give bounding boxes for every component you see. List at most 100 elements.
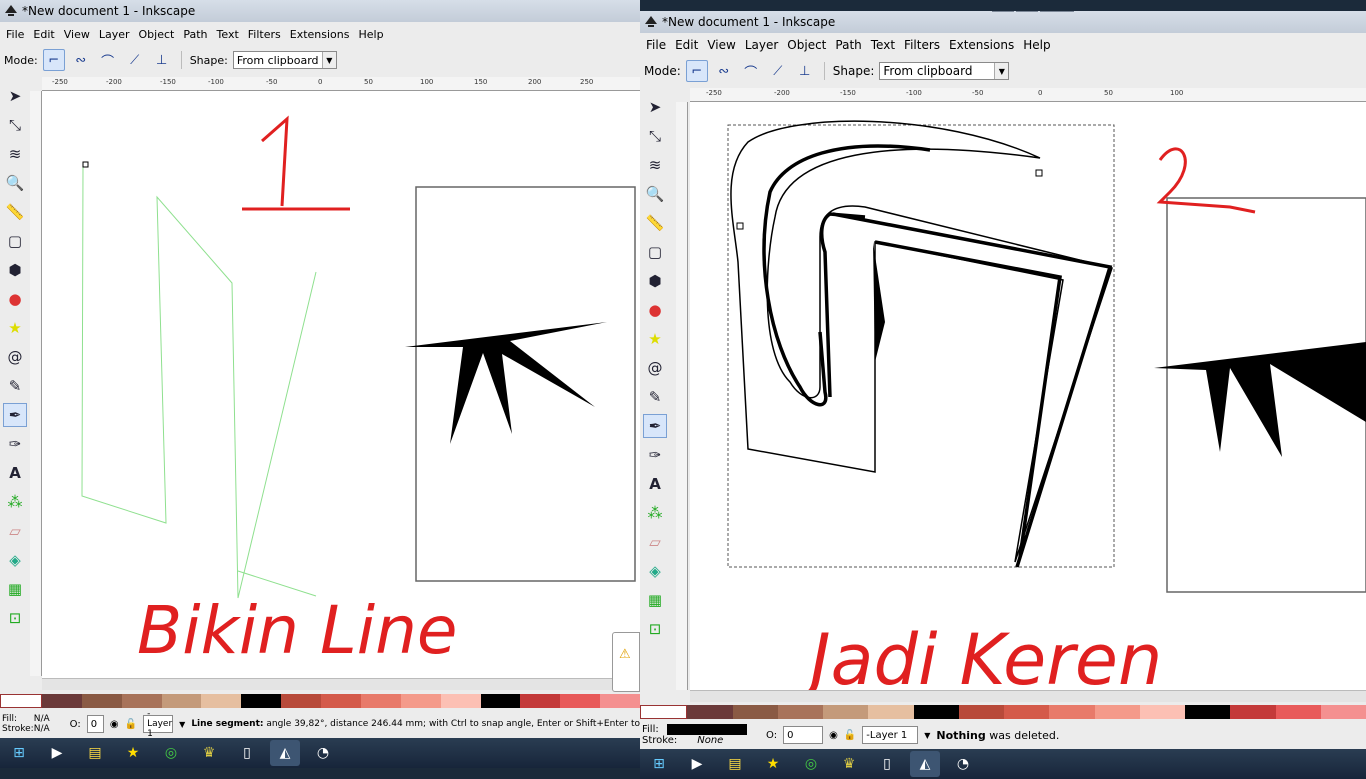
spiral-icon[interactable]: @ [3,345,27,369]
mode-bspline-button[interactable]: ⌒ [740,60,762,82]
measure-icon[interactable]: 📏 [643,211,667,235]
swatch[interactable] [1004,705,1050,719]
menu-edit[interactable]: Edit [33,27,54,42]
pen-icon[interactable]: ✒ [643,414,667,438]
zoom-icon[interactable]: 🔍 [643,182,667,206]
minimize-button[interactable]: _ [992,11,1014,12]
path-node[interactable] [82,161,89,168]
mode-spiro-button[interactable]: ∾ [713,60,735,82]
media-player-icon[interactable]: ▶ [682,751,712,777]
measure-icon[interactable]: 📏 [3,200,27,224]
swatch[interactable] [1185,705,1231,719]
swatch[interactable] [281,694,321,708]
menu-filters[interactable]: Filters [904,37,940,53]
maximize-button[interactable]: □ [1016,11,1038,12]
menu-help[interactable]: Help [358,27,383,42]
swatch[interactable] [241,694,282,708]
tweak-icon[interactable]: ≋ [3,142,27,166]
ellipse-icon[interactable]: ● [643,298,667,322]
gradient-icon[interactable]: ▦ [3,577,27,601]
swatch[interactable] [913,705,959,719]
document-icon[interactable]: ▯ [872,751,902,777]
bucket-icon[interactable]: ◈ [3,548,27,572]
mode-bspline-button[interactable]: ⌒ [97,49,119,71]
explorer-icon[interactable]: ▤ [80,740,110,766]
star-app-icon[interactable]: ★ [758,751,788,777]
pencil-icon[interactable]: ✎ [3,374,27,398]
rect-icon[interactable]: ▢ [643,240,667,264]
inkscape-taskbar-icon[interactable]: ◭ [270,740,300,766]
node-icon[interactable]: ⤡ [3,113,27,137]
layer-select[interactable]: -Layer 1 [862,726,919,744]
connector-icon[interactable]: ⊡ [3,606,27,630]
media-player-icon[interactable]: ▶ [42,740,72,766]
horizontal-scrollbar[interactable] [690,690,1366,702]
game-icon[interactable]: ♛ [194,740,224,766]
star-icon[interactable]: ★ [3,316,27,340]
pen-icon[interactable]: ✒ [3,403,27,427]
calligraphy-icon[interactable]: ✑ [643,443,667,467]
chevron-down-icon[interactable]: ▼ [179,720,185,729]
swatch[interactable] [81,694,122,708]
text-icon[interactable]: A [643,472,667,496]
swatch[interactable] [121,694,162,708]
drawing-canvas[interactable]: Jadi Keren [690,102,1366,690]
close-button[interactable]: ✕ [1040,11,1074,12]
node-icon[interactable]: ⤡ [643,124,667,148]
document-icon[interactable]: ▯ [232,740,262,766]
selector-icon[interactable]: ➤ [643,95,667,119]
connector-icon[interactable]: ⊡ [643,617,667,641]
menu-filters[interactable]: Filters [248,27,281,42]
swatch[interactable] [1049,705,1095,719]
shape-select[interactable]: From clipboard ▼ [879,62,1010,80]
chrome-icon[interactable]: ◎ [156,740,186,766]
swatch[interactable] [400,694,441,708]
opacity-input[interactable]: 0 [86,715,104,733]
menu-layer[interactable]: Layer [99,27,130,42]
menu-extensions[interactable]: Extensions [949,37,1014,53]
menu-object[interactable]: Object [139,27,175,42]
chrome-icon[interactable]: ◎ [796,751,826,777]
mode-zigzag-button[interactable]: ⟋ [124,49,146,71]
app-icon[interactable]: ◔ [948,751,978,777]
inkscape-taskbar-icon[interactable]: ◭ [910,751,940,777]
windows-start-icon[interactable]: ⊞ [644,751,674,777]
menu-path[interactable]: Path [183,27,207,42]
mode-paraxial-button[interactable]: ⊥ [794,60,816,82]
path-node[interactable] [736,222,744,230]
menu-edit[interactable]: Edit [675,37,698,53]
shape-select[interactable]: From clipboard ▼ [232,51,337,69]
mode-spiro-button[interactable]: ∾ [70,49,92,71]
tweak-icon[interactable]: ≋ [643,153,667,177]
menu-object[interactable]: Object [787,37,826,53]
menu-text[interactable]: Text [217,27,239,42]
swatch[interactable] [1094,705,1140,719]
mode-paraxial-button[interactable]: ⊥ [151,49,173,71]
zoom-icon[interactable]: 🔍 [3,171,27,195]
swatch-none[interactable] [640,705,688,719]
swatch[interactable] [1275,705,1321,719]
menu-text[interactable]: Text [871,37,895,53]
swatch[interactable] [520,694,561,708]
menu-extensions[interactable]: Extensions [290,27,350,42]
swatch[interactable] [1230,705,1276,719]
app-icon[interactable]: ◔ [308,740,338,766]
selector-icon[interactable]: ➤ [3,84,27,108]
swatch-none[interactable] [0,694,42,708]
path-node[interactable] [1035,169,1043,177]
star-icon[interactable]: ★ [643,327,667,351]
chevron-down-icon[interactable]: ▼ [924,731,930,740]
star-app-icon[interactable]: ★ [118,740,148,766]
opacity-input[interactable]: 0 [783,726,824,744]
menu-layer[interactable]: Layer [745,37,778,53]
windows-start-icon[interactable]: ⊞ [4,740,34,766]
bucket-icon[interactable]: ◈ [643,559,667,583]
swatch[interactable] [1139,705,1185,719]
menu-path[interactable]: Path [835,37,861,53]
calligraphy-icon[interactable]: ✑ [3,432,27,456]
gradient-icon[interactable]: ▦ [643,588,667,612]
swatch[interactable] [560,694,601,708]
swatch[interactable] [732,705,778,719]
box3d-icon[interactable]: ⬢ [643,269,667,293]
eye-icon[interactable]: ◉ [110,719,119,730]
